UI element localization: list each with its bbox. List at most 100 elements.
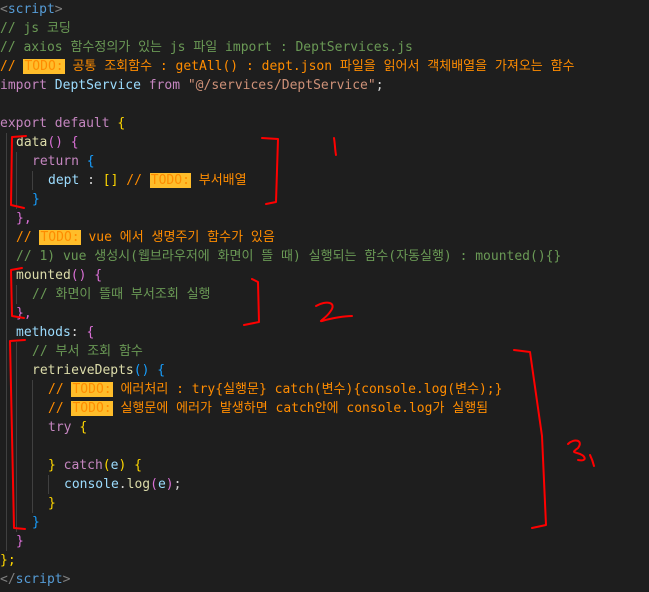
array: [] — [102, 173, 119, 188]
comment-prefix: // — [16, 230, 40, 245]
punct: : — [70, 325, 87, 340]
tag-name: script — [7, 2, 55, 17]
brace: }; — [0, 553, 16, 568]
keyword: export — [0, 116, 47, 131]
code-editor[interactable]: <script> // js 코딩 // axios 함수정의가 있는 js 파… — [0, 0, 649, 592]
todo-badge: TODO: — [71, 382, 113, 397]
paren: ( — [102, 458, 111, 473]
keyword: from — [148, 78, 181, 93]
comment-prefix: // — [0, 59, 24, 74]
code-line-1[interactable]: <script> — [0, 0, 63, 19]
code-line-9[interactable]: return { — [0, 152, 95, 171]
punct: : — [79, 173, 103, 188]
comment: // 1) vue 생성시(웹브라우저에 화면이 뜰 때) 실행되는 함수(자동… — [16, 249, 562, 264]
code-line-2[interactable]: // js 코딩 — [0, 19, 71, 38]
property: methods — [16, 325, 71, 340]
variable: e — [157, 477, 166, 492]
punct: ; — [173, 477, 182, 492]
paren: ) — [118, 458, 127, 473]
todo-badge: TODO: — [71, 401, 113, 416]
parens: () — [133, 363, 150, 378]
code-line-30[interactable]: }; — [0, 551, 16, 570]
tag-bracket: > — [62, 572, 71, 587]
code-line-16[interactable]: // 화면이 뜰때 부서조회 실행 — [0, 285, 211, 304]
code-line-17[interactable]: }, — [0, 304, 32, 323]
brace: { — [86, 325, 95, 340]
brace: { — [86, 154, 95, 169]
brace: { — [94, 268, 103, 283]
brace: } — [48, 458, 56, 473]
code-line-26[interactable]: console.log(e); — [0, 475, 181, 494]
code-line-15[interactable]: mounted() { — [0, 266, 102, 285]
comment: // 부서 조회 함수 — [32, 344, 143, 359]
parens: () — [70, 268, 87, 283]
comment: 부서배열 — [190, 173, 247, 188]
todo-badge: TODO: — [23, 59, 65, 74]
brace: { — [157, 363, 166, 378]
paren: ) — [165, 477, 174, 492]
brace: }, — [16, 211, 32, 226]
brace: }, — [16, 306, 32, 321]
brace: } — [32, 192, 40, 207]
brace: { — [117, 116, 126, 131]
code-line-31[interactable]: </script> — [0, 570, 70, 589]
brace: } — [16, 534, 24, 549]
code-line-7[interactable]: export default { — [0, 114, 125, 133]
code-line-12[interactable]: }, — [0, 209, 32, 228]
code-line-25[interactable]: } catch(e) { — [0, 456, 142, 475]
function-name: mounted — [16, 268, 71, 283]
code-line-19[interactable]: // 부서 조회 함수 — [0, 342, 143, 361]
comment-prefix: // — [48, 382, 72, 397]
brace: { — [134, 458, 142, 473]
brace: { — [70, 135, 79, 150]
keyword: import — [0, 78, 47, 93]
tag-bracket: > — [54, 2, 63, 17]
comment: vue 에서 생명주기 함수가 있음 — [80, 230, 275, 245]
code-line-11[interactable]: } — [0, 190, 40, 209]
code-line-5[interactable]: import DeptService from "@/services/Dept… — [0, 76, 384, 95]
object: console — [64, 477, 119, 492]
function-name: retrieveDepts — [32, 363, 134, 378]
todo-badge: TODO: — [39, 230, 81, 245]
code-line-29[interactable]: } — [0, 532, 24, 551]
keyword: try — [48, 420, 72, 435]
code-line-10[interactable]: dept : [] // TODO: 부서배열 — [0, 171, 247, 190]
comment: // 화면이 뜰때 부서조회 실행 — [32, 287, 211, 302]
code-line-28[interactable]: } — [0, 513, 40, 532]
comment: // axios 함수정의가 있는 js 파일 import : DeptSer… — [0, 40, 413, 55]
parens: () — [47, 135, 63, 150]
comment: 에러처리 : try{실행문} catch(변수){console.log(변수… — [112, 382, 503, 397]
code-line-14[interactable]: // 1) vue 생성시(웹브라우저에 화면이 뜰 때) 실행되는 함수(자동… — [0, 247, 561, 266]
code-line-24[interactable] — [0, 437, 48, 456]
brace: { — [79, 420, 88, 435]
string: "@/services/DeptService" — [187, 78, 376, 93]
todo-badge: TODO: — [149, 173, 191, 188]
code-line-23[interactable]: try { — [0, 418, 87, 437]
property: dept — [48, 173, 80, 188]
comment: // js 코딩 — [0, 21, 71, 36]
punct: . — [118, 477, 127, 492]
brace: } — [32, 515, 40, 530]
code-line-22[interactable]: // TODO: 실행문에 에러가 발생하면 catch안에 console.l… — [0, 399, 488, 418]
tag-bracket: </ — [0, 572, 16, 587]
tag-name: script — [15, 572, 63, 587]
comment-prefix: // — [48, 401, 72, 416]
comment: 공통 조회함수 : getAll() : dept.json 파일을 읽어서 객… — [64, 59, 575, 74]
code-line-3[interactable]: // axios 함수정의가 있는 js 파일 import : DeptSer… — [0, 38, 413, 57]
comment-prefix: // — [118, 173, 150, 188]
code-line-21[interactable]: // TODO: 에러처리 : try{실행문} catch(변수){conso… — [0, 380, 502, 399]
punct: ; — [375, 78, 384, 93]
keyword: catch — [63, 458, 103, 473]
brace: } — [48, 496, 56, 511]
code-line-13[interactable]: // TODO: vue 에서 생명주기 함수가 있음 — [0, 228, 275, 247]
comment: 실행문에 에러가 발생하면 catch안에 console.log가 실행됨 — [112, 401, 489, 416]
paren: ( — [150, 477, 158, 492]
identifier: DeptService — [54, 78, 141, 93]
code-line-27[interactable]: } — [0, 494, 56, 513]
code-line-8[interactable]: data() { — [0, 133, 79, 152]
function-name: data — [16, 135, 48, 150]
function-name: log — [126, 477, 151, 492]
code-line-20[interactable]: retrieveDepts() { — [0, 361, 165, 380]
code-line-4[interactable]: // TODO: 공통 조회함수 : getAll() : dept.json … — [0, 57, 575, 76]
code-line-18[interactable]: methods: { — [0, 323, 94, 342]
